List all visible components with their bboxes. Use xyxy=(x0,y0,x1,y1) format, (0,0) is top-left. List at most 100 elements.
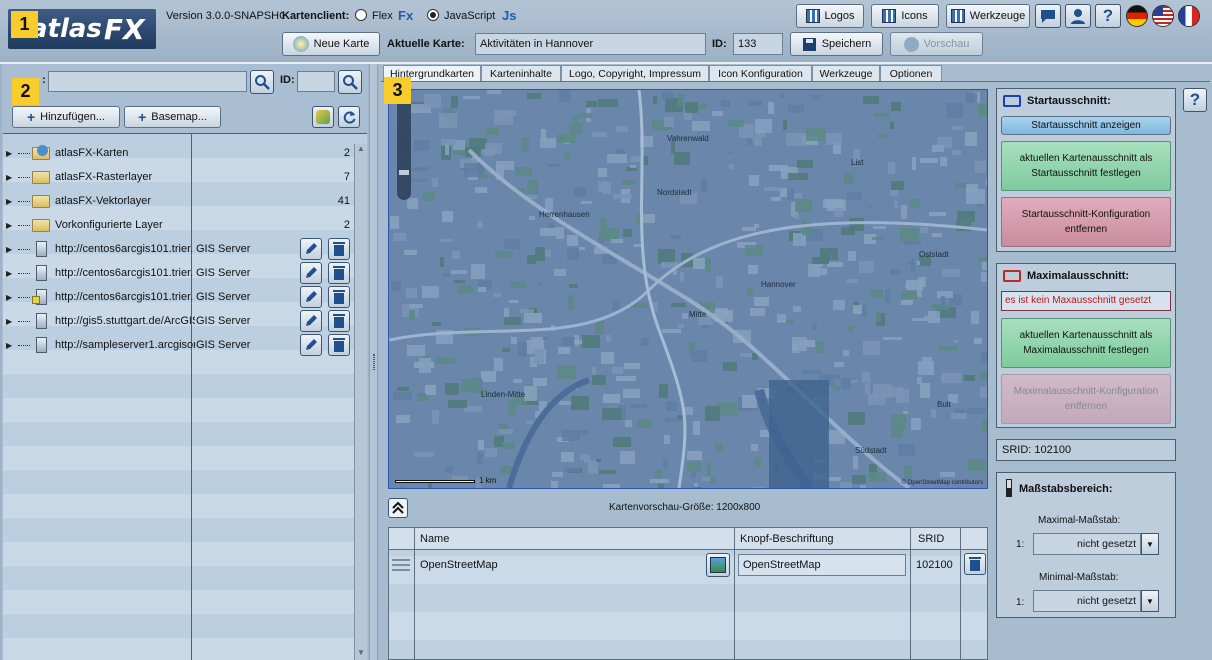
tree-item-label: http://sampleserver1.arcgisonl xyxy=(55,339,195,351)
max-scale-dropdown-button[interactable]: ▼ xyxy=(1141,533,1159,555)
speech-bubble-icon xyxy=(1041,10,1055,23)
expand-arrow-icon[interactable]: ▶ xyxy=(6,341,16,350)
region-badge-2: 2 xyxy=(12,78,39,105)
refresh-button[interactable] xyxy=(338,106,360,128)
scroll-down-arrow-icon[interactable]: ▼ xyxy=(355,648,367,660)
delete-layer-button[interactable] xyxy=(328,334,350,356)
tree-scrollbar[interactable]: ▲ ▼ xyxy=(354,144,367,660)
max-scale-select[interactable]: nicht gesetzt xyxy=(1033,533,1141,555)
map-id-input[interactable]: 133 xyxy=(733,33,783,55)
flag-france-icon[interactable] xyxy=(1178,5,1200,27)
min-scale-dropdown-button[interactable]: ▼ xyxy=(1141,590,1159,612)
expand-arrow-icon[interactable]: ▶ xyxy=(6,149,16,158)
set-max-extent-button[interactable]: aktuellen Kartenausschnitt als Maximalau… xyxy=(1001,318,1171,368)
collapse-up-button[interactable] xyxy=(388,498,408,518)
delete-layer-button[interactable] xyxy=(328,262,350,284)
remove-start-extent-button[interactable]: Startausschnitt-Konfiguration entfernen xyxy=(1001,197,1171,247)
map-place-label: Nordstadt xyxy=(657,188,692,197)
add-layer-button[interactable]: + Hinzufügen... xyxy=(12,106,120,128)
edit-layer-button[interactable] xyxy=(300,334,322,356)
id-search-button[interactable] xyxy=(338,70,362,94)
layer-style-button[interactable] xyxy=(312,106,334,128)
min-scale-select[interactable]: nicht gesetzt xyxy=(1033,590,1141,612)
panel-splitter[interactable] xyxy=(369,64,378,660)
double-chevron-up-icon xyxy=(392,501,404,514)
add-icon-button[interactable] xyxy=(706,553,730,577)
tab-logo-copyright[interactable]: Logo, Copyright, Impressum xyxy=(561,65,709,82)
chat-button[interactable] xyxy=(1035,4,1061,28)
tree-item-label: atlasFX-Vektorlayer xyxy=(55,195,151,207)
delete-basemap-button[interactable] xyxy=(964,553,986,575)
min-scale-label: Minimal-Maßstab: xyxy=(1039,572,1119,583)
tools-button[interactable]: Werkzeuge xyxy=(946,4,1030,28)
map-place-label: Herrenhausen xyxy=(539,210,590,219)
edit-layer-button[interactable] xyxy=(300,238,322,260)
tree-item-label: http://gis5.stuttgart.de/ArcGIS xyxy=(55,315,195,327)
client-js-radio[interactable] xyxy=(427,9,439,21)
tree-item-label: Vorkonfigurierte Layer xyxy=(55,219,163,231)
tab-map-contents[interactable]: Karteninhalte xyxy=(481,65,561,82)
layer-id-input[interactable] xyxy=(297,71,335,92)
client-flex-radio[interactable] xyxy=(355,9,367,21)
preview-button[interactable]: Vorschau xyxy=(890,32,983,56)
drag-handle-icon[interactable] xyxy=(392,559,410,571)
map-place-label: Mitte xyxy=(689,310,707,319)
delete-layer-button[interactable] xyxy=(328,238,350,260)
zoom-slider[interactable] xyxy=(397,100,411,200)
max-scale-prefix: 1: xyxy=(1016,539,1025,550)
column-header-button-label[interactable]: Knopf-Beschriftung xyxy=(740,533,834,545)
save-button[interactable]: Speichern xyxy=(790,32,883,56)
plus-icon: + xyxy=(138,109,147,125)
edit-layer-button[interactable] xyxy=(300,286,322,308)
flag-germany-icon[interactable] xyxy=(1126,5,1148,27)
remove-max-extent-button[interactable]: Maximalausschnitt-Konfiguration entferne… xyxy=(1001,374,1171,424)
flag-usa-icon[interactable] xyxy=(1152,5,1174,27)
column-header-name[interactable]: Name xyxy=(420,533,449,545)
edit-layer-button[interactable] xyxy=(300,310,322,332)
pencil-icon xyxy=(306,243,317,254)
trash-icon xyxy=(333,314,345,328)
expand-arrow-icon[interactable]: ▶ xyxy=(6,173,16,182)
map-place-label: Südstadt xyxy=(855,446,887,455)
search-button[interactable] xyxy=(250,70,274,94)
expand-arrow-icon[interactable]: ▶ xyxy=(6,269,16,278)
tab-icon-config[interactable]: Icon Konfiguration xyxy=(709,65,812,82)
column-header-srid[interactable]: SRID xyxy=(918,533,944,545)
user-button[interactable] xyxy=(1065,4,1091,28)
help-button-right[interactable]: ? xyxy=(1183,88,1207,112)
tree-item-label: http://centos6arcgis101.trier. xyxy=(55,267,194,279)
add-basemap-button[interactable]: + Basemap... xyxy=(124,106,221,128)
map-preview[interactable]: Hannover Nordstadt Südstadt Linden-Mitte Vah… xyxy=(388,89,988,489)
expand-arrow-icon[interactable]: ▶ xyxy=(6,245,16,254)
logos-button[interactable]: Logos xyxy=(796,4,864,28)
tree-item-count: 7 xyxy=(343,171,350,183)
max-scale-label: Maximal-Maßstab: xyxy=(1038,515,1121,526)
trash-icon xyxy=(333,338,345,352)
expand-arrow-icon[interactable]: ▶ xyxy=(6,197,16,206)
tab-options[interactable]: Optionen xyxy=(880,65,942,82)
expand-arrow-icon[interactable]: ▶ xyxy=(6,221,16,230)
scroll-up-arrow-icon[interactable]: ▲ xyxy=(355,144,367,156)
tree-item-type: GIS Server xyxy=(196,291,251,303)
edit-layer-button[interactable] xyxy=(300,262,322,284)
client-js-tag: Js xyxy=(502,8,517,23)
map-place-label: Bult xyxy=(937,400,951,409)
zoom-handle[interactable] xyxy=(399,170,409,175)
trash-icon xyxy=(333,266,345,280)
current-map-input[interactable]: Aktivitäten in Hannover xyxy=(475,33,706,55)
expand-arrow-icon[interactable]: ▶ xyxy=(6,293,16,302)
set-start-extent-button[interactable]: aktuellen Kartenausschnitt als Startauss… xyxy=(1001,141,1171,191)
delete-layer-button[interactable] xyxy=(328,310,350,332)
tab-tools[interactable]: Werkzeuge xyxy=(812,65,880,82)
map-place-label: List xyxy=(851,158,864,167)
button-label-input[interactable]: OpenStreetMap xyxy=(738,554,906,576)
layer-search-input[interactable] xyxy=(48,71,247,92)
expand-arrow-icon[interactable]: ▶ xyxy=(6,317,16,326)
icons-button[interactable]: Icons xyxy=(871,4,939,28)
help-button[interactable]: ? xyxy=(1095,4,1121,28)
new-map-button[interactable]: Neue Karte xyxy=(282,32,380,56)
tree-item-label: atlasFX-Karten xyxy=(55,147,129,159)
show-start-extent-button[interactable]: Startausschnitt anzeigen xyxy=(1001,116,1171,135)
delete-layer-button[interactable] xyxy=(328,286,350,308)
trash-icon xyxy=(333,242,345,256)
